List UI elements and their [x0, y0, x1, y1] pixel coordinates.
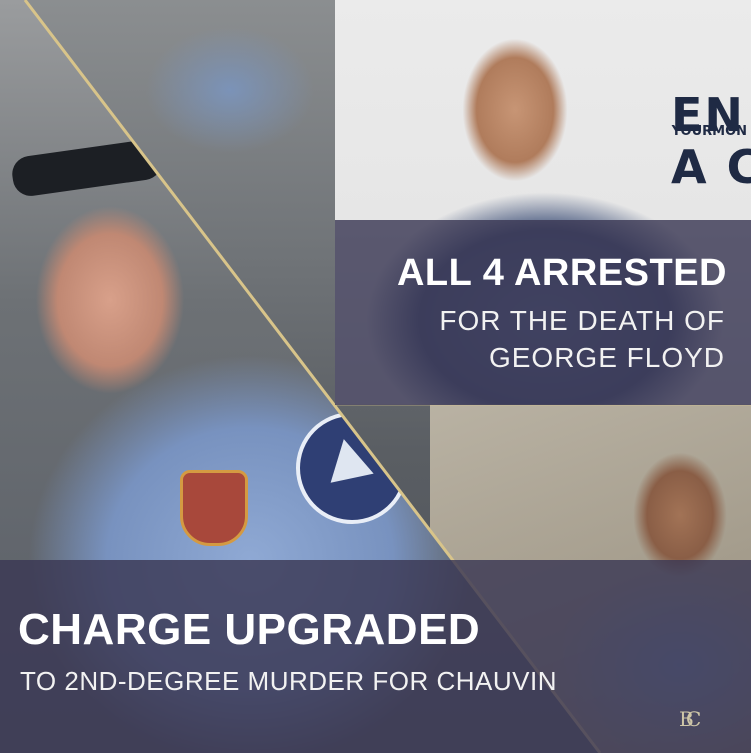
brand-monogram-icon: B C	[679, 707, 701, 731]
subline-death-of: FOR THE DEATH OF	[439, 305, 725, 336]
news-graphic: EN YC ES A CRED ON YOURMON ALL 4 ARRESTE…	[0, 0, 751, 753]
headline-arrested: ALL 4 ARRESTED	[396, 252, 727, 294]
subline-murder-charge: TO 2ND-DEGREE MURDER FOR CHAUVIN	[20, 666, 558, 696]
svg-text:C: C	[686, 707, 701, 731]
caption-box-bottom	[0, 560, 751, 753]
subline-george-floyd: GEORGE FLOYD	[488, 342, 725, 373]
headline-charge-upgraded: CHARGE UPGRADED	[18, 605, 481, 654]
